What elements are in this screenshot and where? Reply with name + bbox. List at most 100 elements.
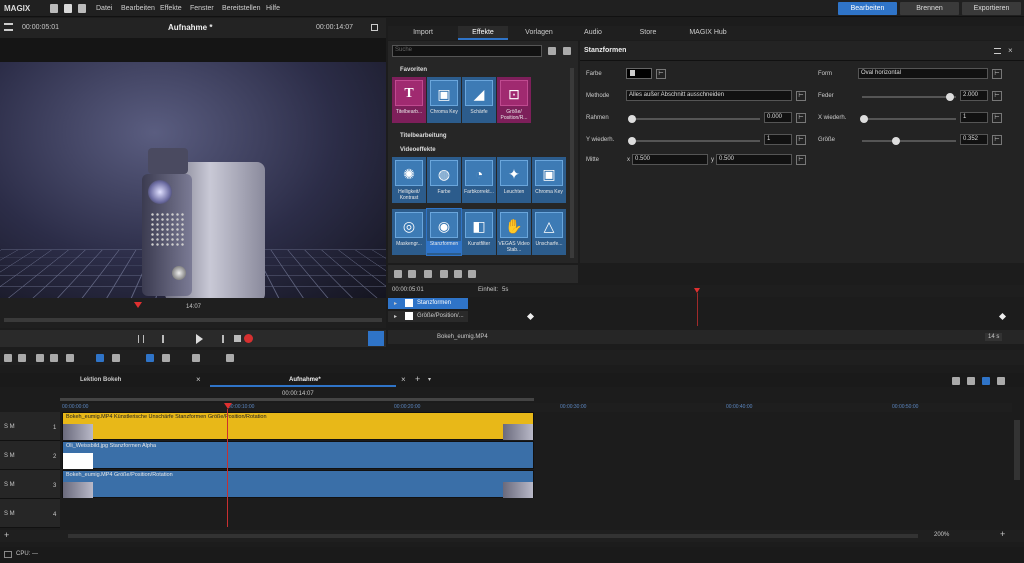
timeline-ruler[interactable]: 00:00:00:00 00:00:10:00 00:00:20:00 00:0…	[60, 403, 1012, 412]
mode-bearbeiten-button[interactable]: Bearbeiten	[838, 2, 897, 15]
x-wiederholen-slider[interactable]	[862, 118, 956, 120]
methode-keyframe-button[interactable]: ⊢	[796, 91, 806, 101]
mix-mode-icon[interactable]	[192, 354, 200, 362]
expand-arrow-icon[interactable]: ▸	[394, 300, 397, 307]
preview-menu-icon[interactable]	[4, 23, 13, 31]
play-button[interactable]	[196, 334, 203, 344]
add-tab-icon[interactable]: +	[415, 374, 420, 384]
preview-maximize-icon[interactable]	[371, 24, 378, 31]
track-controls[interactable]: S M	[4, 482, 15, 488]
form-keyframe-button[interactable]: ⊢	[992, 69, 1002, 79]
preview-canvas[interactable]	[0, 62, 386, 298]
zoom-in-icon[interactable]: +	[1000, 529, 1005, 539]
track-1-clip[interactable]: Bokeh_eumig.MP4 Künstlerische Unschärfe …	[62, 412, 534, 440]
rahmen-slider[interactable]	[630, 118, 760, 120]
tab-effekte[interactable]: Effekte	[458, 26, 508, 40]
properties-close-icon[interactable]: ×	[1008, 46, 1013, 55]
layout-single-icon[interactable]	[952, 377, 960, 385]
timeline-range-bar[interactable]	[60, 398, 534, 401]
skip-back-icon[interactable]	[162, 335, 170, 343]
tab-store[interactable]: Store	[623, 26, 673, 40]
paste-effect-icon[interactable]	[468, 270, 476, 278]
filter-icon[interactable]	[563, 47, 571, 55]
form-dropdown[interactable]: Oval horizontal	[858, 68, 988, 79]
menu-hilfe[interactable]: Hilfe	[266, 5, 280, 12]
track-controls[interactable]: S M	[4, 453, 15, 459]
prev-marker-icon[interactable]	[138, 335, 144, 343]
feder-slider[interactable]	[862, 96, 956, 98]
mitte-keyframe-button[interactable]: ⊢	[796, 155, 806, 165]
redo-effect-icon[interactable]	[408, 270, 416, 278]
track-header-4[interactable]: S M 4	[0, 499, 60, 528]
tab-lektion-bokeh[interactable]: Lektion Bokeh	[80, 377, 121, 383]
y-wiederholen-field[interactable]: 1	[764, 134, 792, 145]
tile-schaerfe[interactable]: ◢ Schärfe	[462, 77, 496, 123]
tile-maskengrafik[interactable]: ◎ Maskengr...	[392, 209, 426, 255]
split-icon[interactable]	[66, 354, 74, 362]
eyedropper-icon[interactable]	[630, 70, 635, 76]
expand-arrow-icon[interactable]: ▸	[394, 313, 397, 320]
tile-farbe[interactable]: ◍ Farbe	[427, 157, 461, 203]
rahmen-slider-knob[interactable]	[628, 115, 636, 123]
tab-vorlagen[interactable]: Vorlagen	[514, 26, 564, 40]
x-wiederholen-keyframe-button[interactable]: ⊢	[992, 113, 1002, 123]
tile-unschaerfe[interactable]: △ Unscharfe...	[532, 209, 566, 255]
methode-dropdown[interactable]: Alles außer Abschnitt ausschneiden	[626, 90, 792, 101]
open-folder-icon[interactable]	[64, 4, 72, 13]
groesse-slider[interactable]	[862, 140, 956, 142]
tile-titelbearbeitung[interactable]: T Titelbearb...	[392, 77, 426, 123]
apply-effect-icon[interactable]	[424, 270, 432, 278]
timeline-zoom[interactable]: 200%	[934, 532, 949, 538]
properties-menu-icon[interactable]	[994, 48, 1001, 54]
menu-bearbeiten[interactable]: Bearbeiten	[121, 5, 155, 12]
tile-leuchten[interactable]: ✦ Leuchten	[497, 157, 531, 203]
groesse-field[interactable]: 0.352	[960, 134, 988, 145]
magnet-icon[interactable]	[96, 354, 104, 362]
menu-fenster[interactable]: Fenster	[190, 5, 214, 12]
keyframe-diamond-icon[interactable]	[998, 312, 1007, 321]
layout-mixer-icon[interactable]	[997, 377, 1005, 385]
tab-import[interactable]: Import	[398, 26, 448, 40]
add-track-icon[interactable]: +	[4, 530, 9, 540]
section-favoriten[interactable]: Favoriten	[400, 67, 427, 73]
tile-helligkeit[interactable]: ✺ Helligkeit/ Kontrast	[392, 157, 426, 203]
record-button[interactable]	[244, 334, 253, 343]
keyframe-zoom-value[interactable]: 14 s	[985, 333, 1003, 341]
delete-icon[interactable]	[36, 354, 44, 362]
track-2-clip[interactable]: Oli_Weissbild.jpg Stanzformen Alpha	[62, 441, 534, 469]
tile-kunstfilter[interactable]: ◧ Kunstfilter	[462, 209, 496, 255]
tile-farbkorrektur[interactable]: ◔ Farbkorrekt...	[462, 157, 496, 203]
mitte-y-field[interactable]: 0.500	[716, 154, 792, 165]
marker-icon[interactable]	[226, 354, 234, 362]
redo-icon[interactable]	[18, 354, 26, 362]
tab-dropdown-icon[interactable]: ▾	[428, 376, 431, 383]
undo-icon[interactable]	[4, 354, 12, 362]
track-3-clip[interactable]: Bokeh_eumig.MP4 Größe/Position/Rotation	[62, 470, 534, 498]
scrub-marker[interactable]	[134, 302, 142, 308]
tile-chroma-key-fav[interactable]: ▣ Chroma Key	[427, 77, 461, 123]
track-header-1[interactable]: S M 1	[0, 412, 60, 441]
skip-forward-icon[interactable]	[216, 335, 224, 343]
rahmen-field[interactable]: 0.000	[764, 112, 792, 123]
undo-effect-icon[interactable]	[394, 270, 402, 278]
delete-effect-icon[interactable]	[440, 270, 448, 278]
layout-timeline-icon[interactable]	[982, 377, 990, 385]
scrollbar-effects[interactable]	[570, 68, 574, 258]
farbe-keyframe-button[interactable]: ⊢	[656, 69, 666, 79]
groesse-slider-knob[interactable]	[891, 137, 900, 145]
track-header-2[interactable]: S M 2	[0, 441, 60, 470]
text-icon[interactable]	[50, 354, 58, 362]
section-titelbearbeitung[interactable]: Titelbearbeitung	[400, 133, 447, 139]
cut-mode-icon[interactable]	[162, 354, 170, 362]
layout-storyboard-icon[interactable]	[967, 377, 975, 385]
y-wiederholen-keyframe-button[interactable]: ⊢	[796, 135, 806, 145]
mode-brennen-button[interactable]: Brennen	[900, 2, 959, 15]
timeline-horizontal-scrollbar[interactable]	[68, 534, 918, 538]
close-tab-icon[interactable]: ×	[196, 375, 201, 384]
save-icon[interactable]	[78, 4, 86, 13]
timeline-playhead-marker[interactable]	[224, 403, 232, 409]
effects-search-input[interactable]: Suche	[392, 45, 542, 57]
scrub-bar[interactable]	[4, 318, 382, 322]
track-controls[interactable]: S M	[4, 424, 15, 430]
tile-stanzformen[interactable]: ◉ Stanzformen	[426, 208, 462, 256]
